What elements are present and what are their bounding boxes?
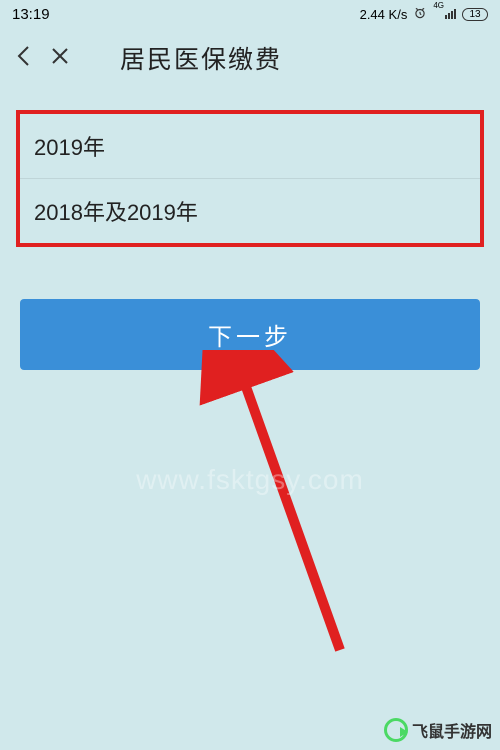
watermark-text: 飞鼠手游网 xyxy=(412,718,492,742)
year-options-box: 2019年 2018年及2019年 xyxy=(16,110,484,247)
option-2019[interactable]: 2019年 xyxy=(20,114,480,179)
status-time: 13:19 xyxy=(12,6,50,23)
alarm-icon xyxy=(413,6,427,23)
close-icon[interactable] xyxy=(50,46,70,71)
network-speed: 2.44 K/s xyxy=(360,7,408,22)
back-icon[interactable] xyxy=(16,45,30,71)
option-2018-2019[interactable]: 2018年及2019年 xyxy=(20,179,480,243)
signal-icon: 4G xyxy=(433,9,456,19)
page-title: 居民医保缴费 xyxy=(120,40,484,76)
annotation-arrow xyxy=(140,350,360,670)
logo-icon xyxy=(384,718,408,742)
watermark-url: www.fsktgsy.com xyxy=(136,464,364,496)
status-bar: 13:19 2.44 K/s 4G 13 xyxy=(0,0,500,28)
status-right: 2.44 K/s 4G 13 xyxy=(360,6,488,23)
watermark-logo: 飞鼠手游网 xyxy=(384,718,492,742)
battery-icon: 13 xyxy=(462,8,488,21)
next-button[interactable]: 下一步 xyxy=(20,299,480,370)
header: 居民医保缴费 xyxy=(0,28,500,88)
